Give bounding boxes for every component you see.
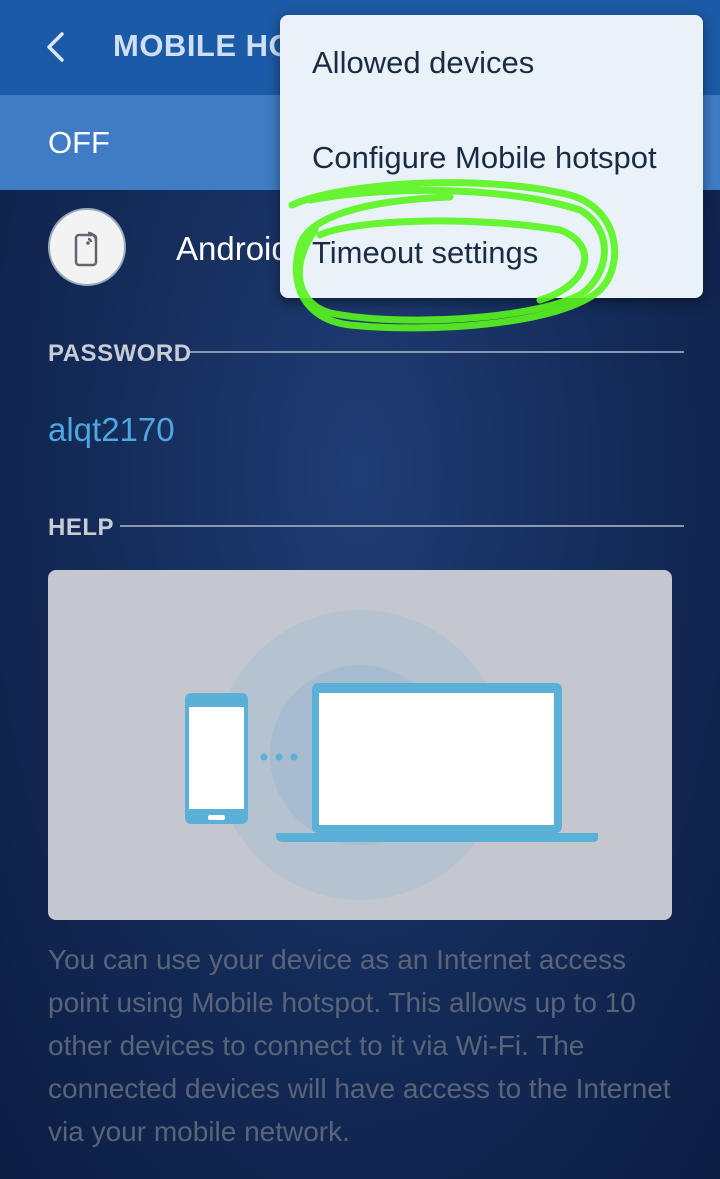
phone-broadcast-icon xyxy=(48,208,126,286)
menu-item-timeout-settings[interactable]: Timeout settings xyxy=(312,235,538,271)
overflow-menu: Allowed devices Configure Mobile hotspot… xyxy=(280,15,703,298)
chevron-left-icon[interactable] xyxy=(40,28,80,68)
help-divider xyxy=(120,525,684,527)
phone-to-laptop-hotspot-illustration xyxy=(48,570,672,920)
password-heading: PASSWORD xyxy=(48,340,192,367)
password-value[interactable]: alqt2170 xyxy=(48,411,175,449)
menu-item-allowed-devices[interactable]: Allowed devices xyxy=(312,45,534,81)
switch-state-label: OFF xyxy=(48,125,110,160)
help-description: You can use your device as an Internet a… xyxy=(48,944,671,1147)
help-heading: HELP xyxy=(48,514,115,541)
password-divider xyxy=(190,351,684,353)
menu-item-configure-hotspot[interactable]: Configure Mobile hotspot xyxy=(312,140,657,176)
